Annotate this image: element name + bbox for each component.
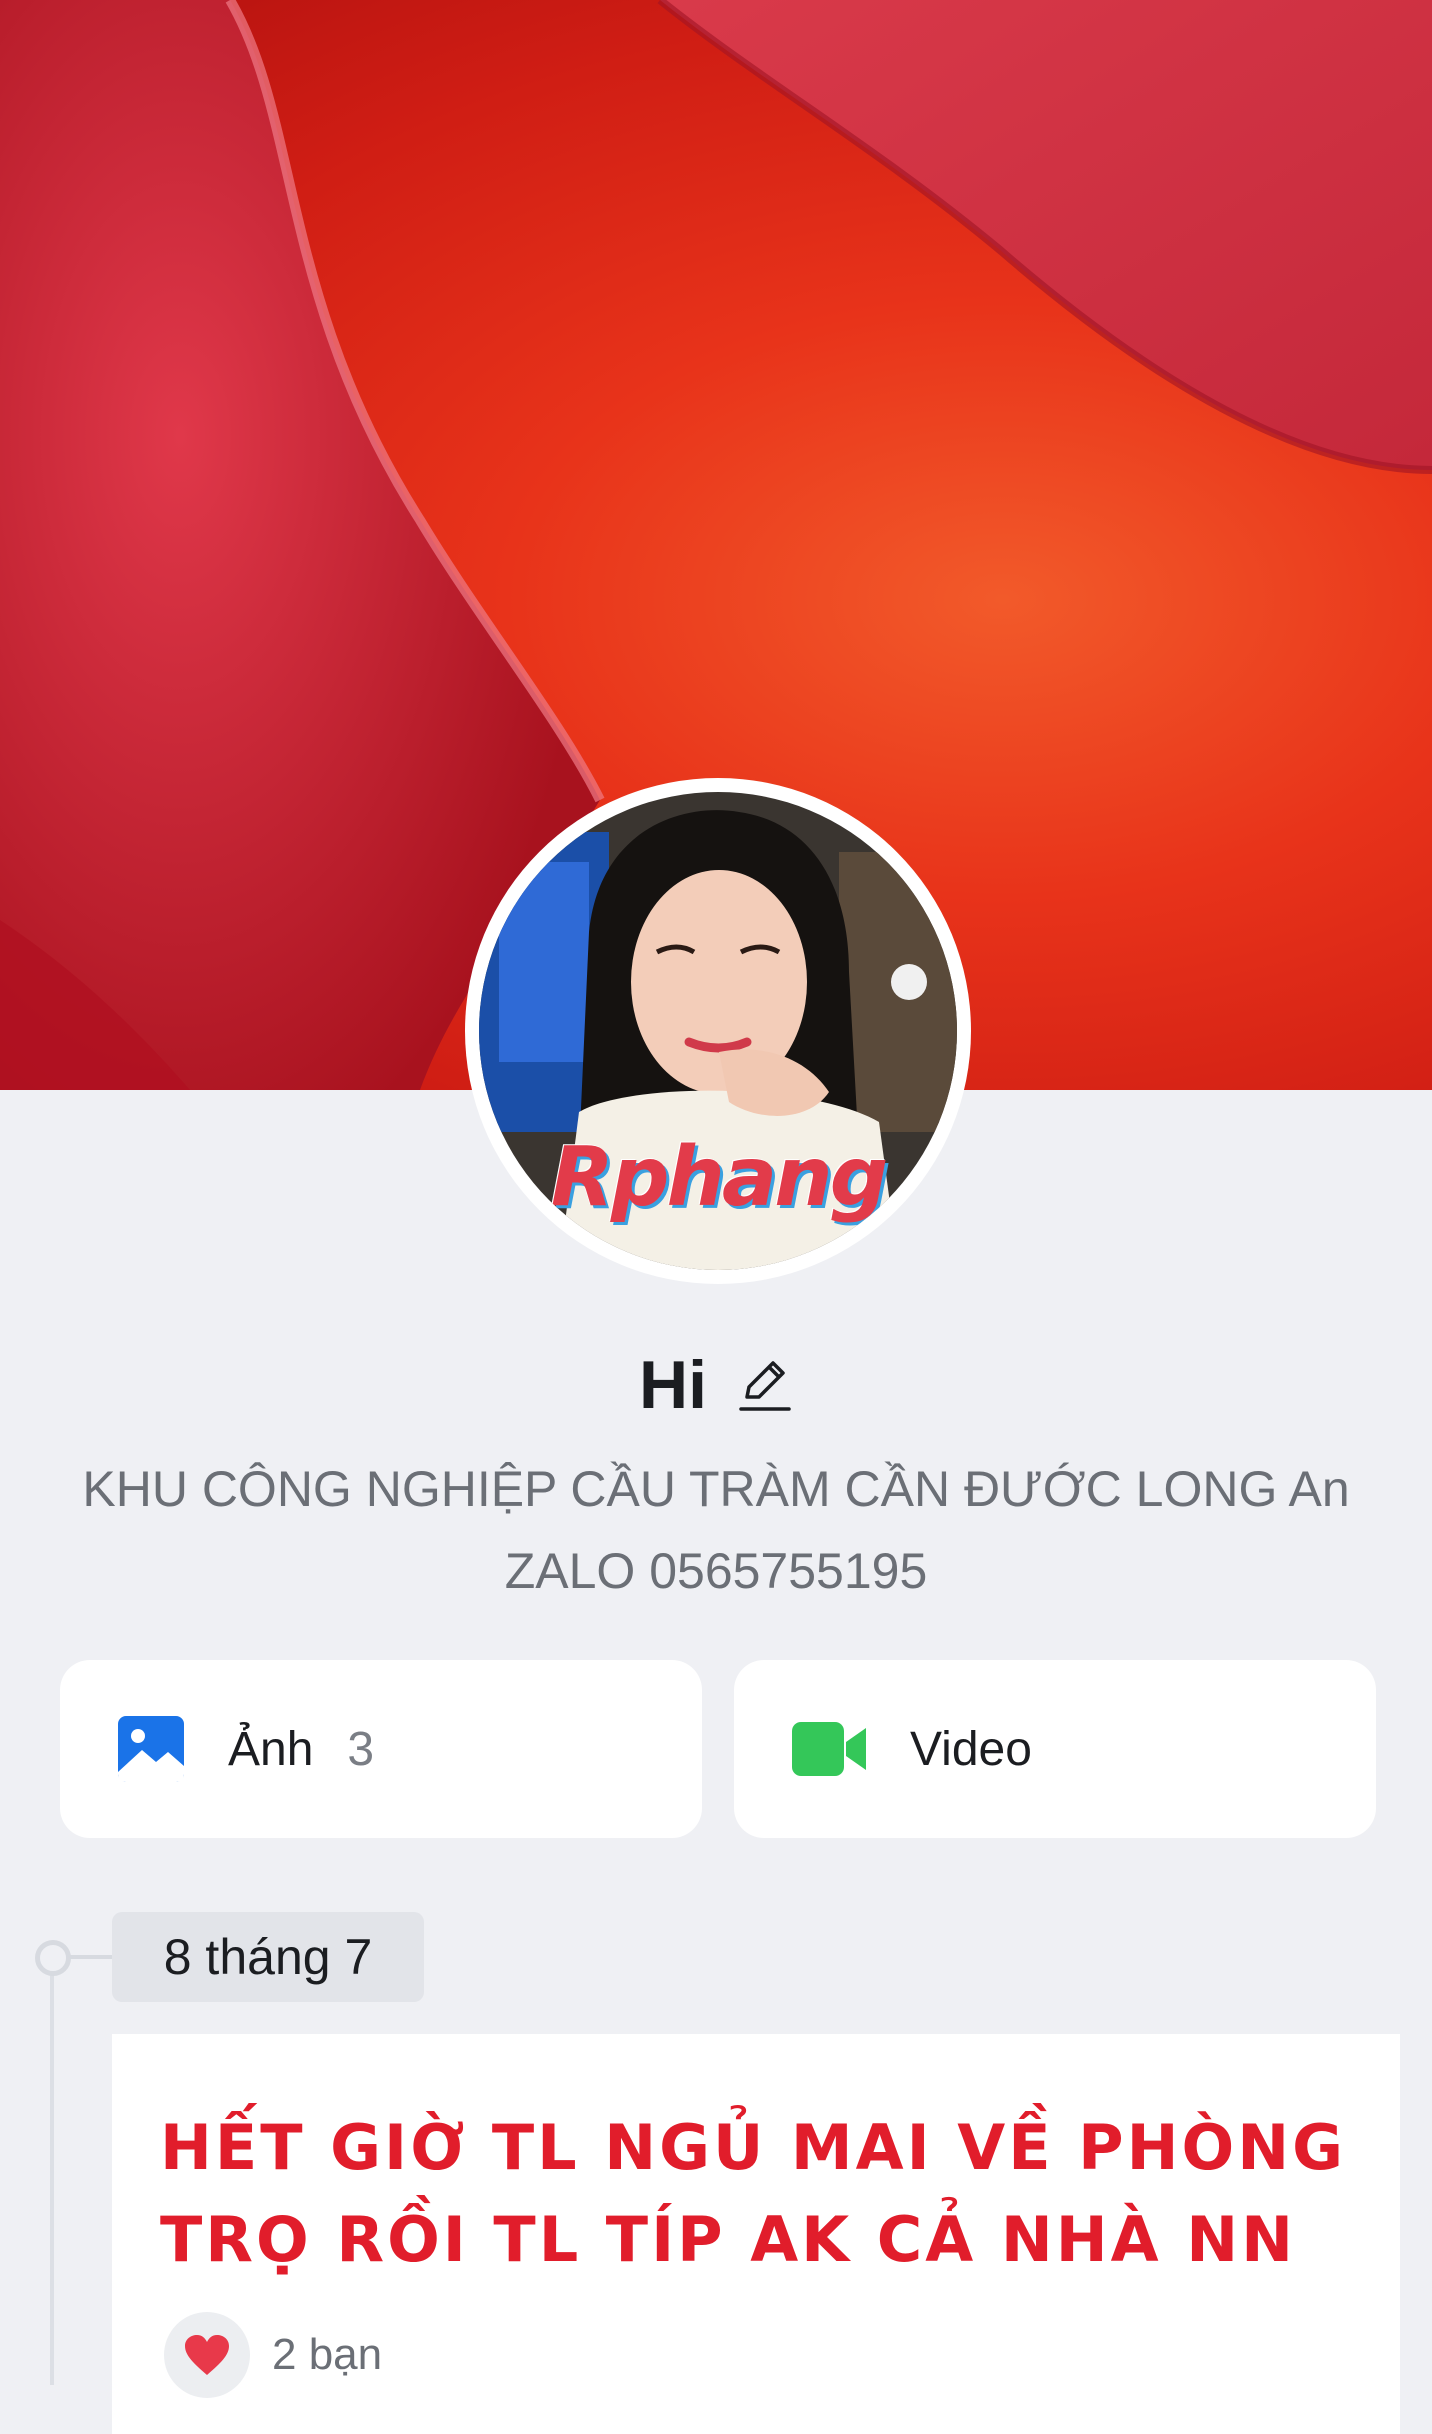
video-label: Video <box>910 1722 1032 1776</box>
video-button[interactable]: Video <box>734 1660 1376 1838</box>
video-camera-icon <box>792 1722 866 1776</box>
photos-button[interactable]: Ảnh 3 <box>60 1660 702 1838</box>
profile-bio: KHU CÔNG NGHIỆP CẦU TRÀM CẦN ĐƯỚC LONG A… <box>40 1448 1392 1612</box>
bio-line-1: KHU CÔNG NGHIỆP CẦU TRÀM CẦN ĐƯỚC LONG A… <box>82 1461 1350 1517</box>
avatar-watermark: Rphang <box>550 1130 889 1225</box>
photos-label: Ảnh <box>228 1722 314 1776</box>
timeline-post[interactable]: HẾT GIỜ TL NGỦ MAI VỀ PHÒNG TRỌ RỒI TL T… <box>112 2034 1400 2434</box>
profile-name-row: Hi <box>0 1340 1432 1430</box>
timeline-connector <box>70 1955 112 1959</box>
timeline-date: 8 tháng 7 <box>112 1912 424 2002</box>
profile-name: Hi <box>639 1347 707 1423</box>
post-text: HẾT GIỜ TL NGỦ MAI VỀ PHÒNG TRỌ RỒI TL T… <box>160 2111 1346 2276</box>
reaction-count: 2 bạn <box>272 2330 383 2379</box>
reaction-badge <box>164 2312 250 2398</box>
timeline-line <box>50 1975 54 2385</box>
pencil-icon[interactable] <box>737 1355 793 1415</box>
photos-count: 3 <box>347 1722 375 1776</box>
image-icon <box>118 1716 184 1782</box>
post-reactions[interactable]: 2 bạn <box>164 2312 382 2398</box>
bio-line-2: ZALO 0565755195 <box>504 1543 928 1599</box>
heart-icon <box>185 2335 229 2375</box>
timeline-dot <box>35 1940 71 1976</box>
avatar[interactable]: Rphang <box>479 792 957 1270</box>
